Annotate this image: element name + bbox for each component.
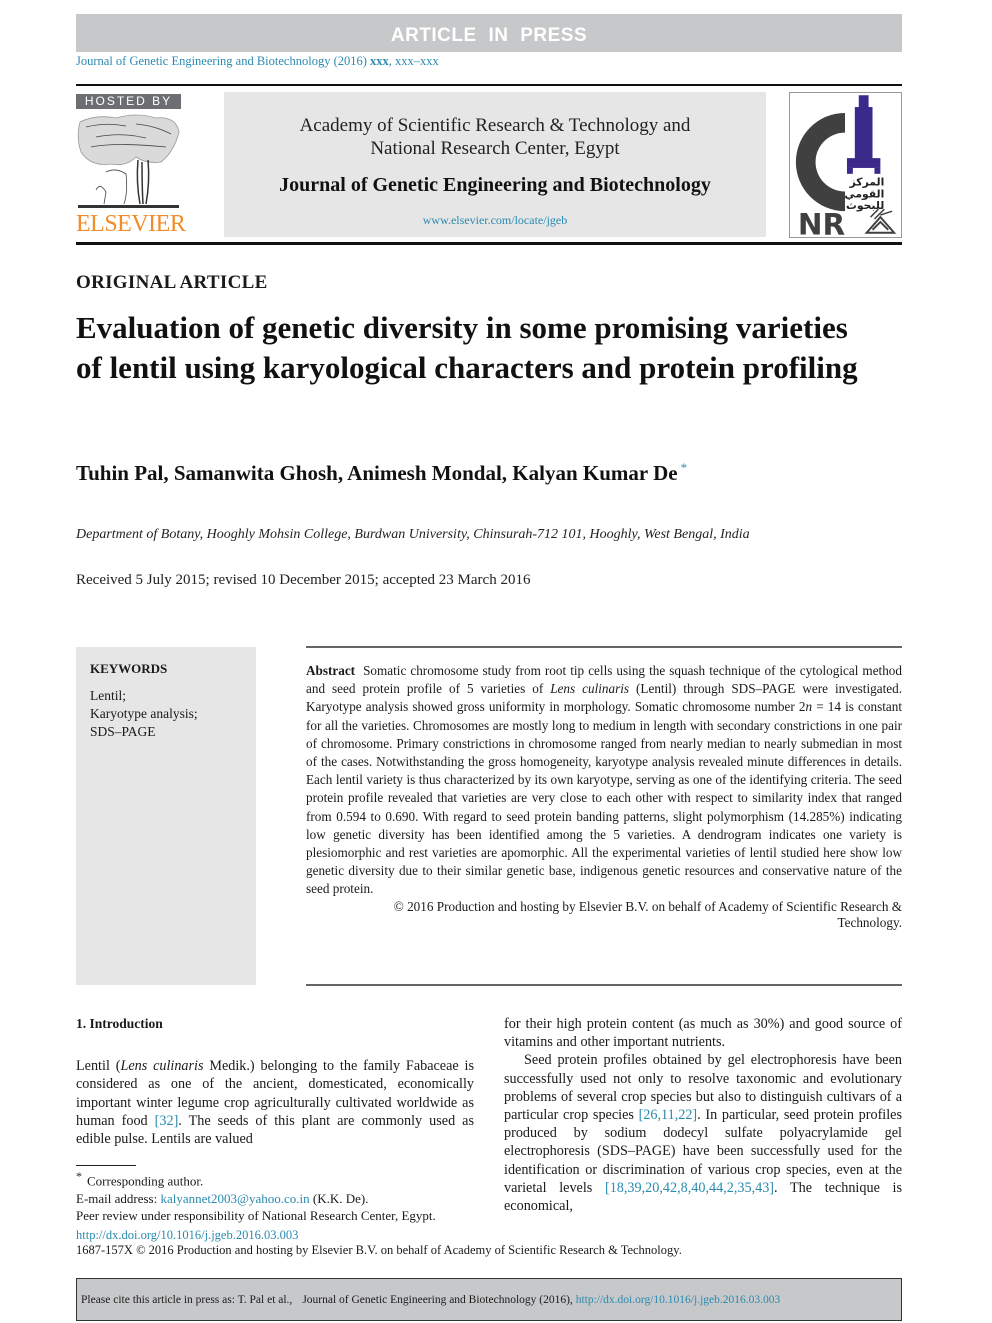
intro-species: Lens culinaris xyxy=(120,1058,204,1075)
citation-box: Please cite this article in press as: T.… xyxy=(76,1278,902,1321)
keyword-item: Karyotype analysis; xyxy=(90,706,198,721)
journal-url-link[interactable]: www.elsevier.com/locate/jgeb xyxy=(224,213,766,228)
nrc-logo-icon: المركز القومي للبحوث NR xyxy=(789,92,902,238)
nrc-arabic-line-3: للبحوث xyxy=(846,199,884,212)
author-list: Tuhin Pal, Samanwita Ghosh, Animesh Mond… xyxy=(76,460,687,486)
journal-title: Journal of Genetic Engineering and Biote… xyxy=(279,174,711,196)
abstract-copyright-1: © 2016 Production and hosting by Elsevie… xyxy=(393,898,902,914)
reference-link[interactable]: [18,39,20,42,8,40,44,2,35,43] xyxy=(605,1180,774,1196)
journal-ref-name: Journal of Genetic Engineering and Biote… xyxy=(76,54,367,68)
journal-ref-volume: xxx xyxy=(370,54,389,68)
email-suffix: (K.K. De). xyxy=(309,1190,369,1206)
abstract-rule-top xyxy=(306,646,902,648)
keyword-item: Lentil; xyxy=(90,688,126,703)
abstract-text-3: = 14 is constant for all the varieties. … xyxy=(306,699,902,897)
journal-reference[interactable]: Journal of Genetic Engineering and Biote… xyxy=(76,54,439,69)
intro-paragraph-2: Seed protein profiles obtained by gel el… xyxy=(504,1051,902,1215)
intro-paragraph-1-cont: for their high protein content (as much … xyxy=(504,1016,902,1051)
header-rule-bottom xyxy=(76,242,902,245)
elsevier-wordmark: ELSEVIER xyxy=(76,211,186,237)
body-column-left: 1. Introduction Lentil (Lens culinaris M… xyxy=(76,1015,474,1148)
academy-line-1: Academy of Scientific Research & Technol… xyxy=(299,115,691,136)
article-title: Evaluation of genetic diversity in some … xyxy=(76,310,858,385)
author-affiliation: Department of Botany, Hooghly Mohsin Col… xyxy=(76,527,750,542)
citation-doi-link[interactable]: http://dx.doi.org/10.1016/j.jgeb.2016.03… xyxy=(576,1294,781,1306)
keywords-box: KEYWORDS Lentil; Karyotype analysis; SDS… xyxy=(76,647,256,985)
body-column-right: for their high protein content (as much … xyxy=(504,1015,902,1215)
reference-link[interactable]: [26,11,22] xyxy=(639,1107,698,1123)
corresponding-author-marker-link[interactable]: * xyxy=(681,460,688,475)
authors-text: Tuhin Pal, Samanwita Ghosh, Animesh Mond… xyxy=(76,461,678,485)
citation-journal: Journal of Genetic Engineering and Biote… xyxy=(302,1294,573,1306)
abstract-label: Abstract xyxy=(306,663,356,678)
corresponding-text: Corresponding author. xyxy=(87,1173,204,1189)
journal-ref-pages: , xxx–xxx xyxy=(388,54,439,68)
email-link[interactable]: kalyannet2003@yahoo.co.in xyxy=(160,1191,309,1206)
reference-link[interactable]: [32] xyxy=(155,1113,179,1129)
peer-review-note: Peer review under responsibility of Nati… xyxy=(76,1208,436,1224)
citation-prefix: Please cite this article in press as: T.… xyxy=(81,1294,293,1306)
academy-line-2: National Research Center, Egypt xyxy=(370,138,620,159)
issn-copyright-line: 1687-157X © 2016 Production and hosting … xyxy=(76,1243,682,1257)
corresponding-author-note: * Corresponding author. xyxy=(76,1168,496,1190)
doi-link[interactable]: http://dx.doi.org/10.1016/j.jgeb.2016.03… xyxy=(76,1228,298,1243)
intro-text: Lentil ( xyxy=(76,1058,121,1075)
hosted-by-label: HOSTED BY xyxy=(76,94,181,109)
footnotes: * Corresponding author. E-mail address: k… xyxy=(76,1168,496,1225)
article-type-label: ORIGINAL ARTICLE xyxy=(76,272,268,293)
abstract-rule-bottom xyxy=(306,984,902,986)
journal-header-panel: Academy of Scientific Research & Technol… xyxy=(224,92,766,237)
intro-paragraph-1: Lentil (Lens culinaris Medik.) belonging… xyxy=(76,1057,474,1148)
keywords-heading: KEYWORDS xyxy=(90,661,168,676)
abstract-copyright-2: Technology. xyxy=(837,915,902,931)
email-label: E-mail address: xyxy=(76,1190,161,1206)
introduction-heading: 1. Introduction xyxy=(76,1016,163,1031)
footnote-rule xyxy=(76,1165,136,1166)
abstract-species: Lens culinaris xyxy=(550,681,630,697)
email-note: E-mail address: kalyannet2003@yahoo.co.i… xyxy=(76,1190,496,1208)
article-in-press-banner: ARTICLE IN PRESS xyxy=(76,14,902,52)
footnote-marker: * xyxy=(76,1169,82,1183)
article-history-dates: Received 5 July 2015; revised 10 Decembe… xyxy=(76,572,531,588)
keyword-item: SDS–PAGE xyxy=(90,724,156,739)
nrc-letters: NR xyxy=(798,208,846,238)
elsevier-tree-logo-icon xyxy=(77,114,180,208)
abstract: Abstract Somatic chromosome study from ro… xyxy=(306,662,902,932)
header-rule-top xyxy=(76,84,902,86)
